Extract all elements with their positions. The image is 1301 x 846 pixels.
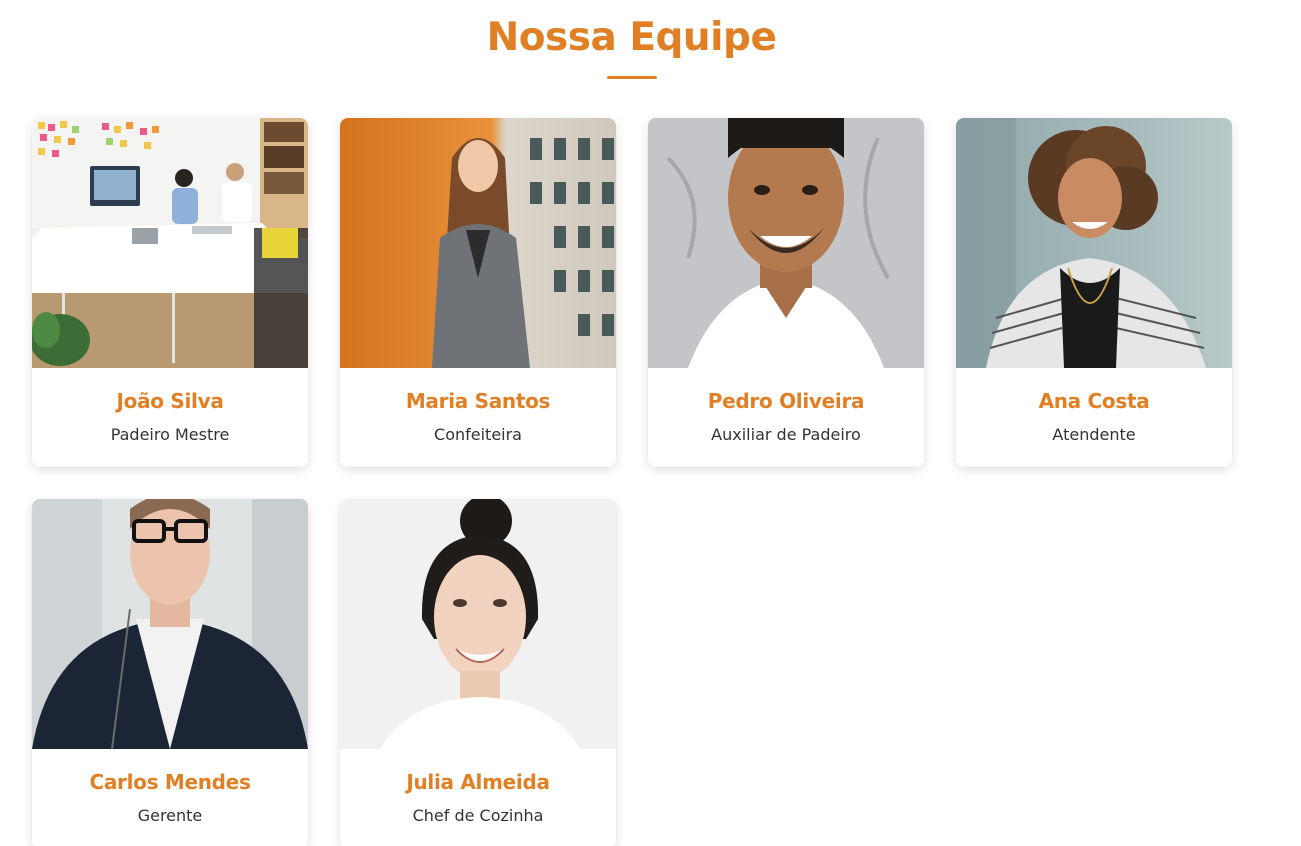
- woman-portrait-photo: [956, 118, 1232, 368]
- team-card[interactable]: Maria Santos Confeiteira: [340, 118, 616, 467]
- team-page: Nossa Equipe João Silva Padeiro Mestre M…: [0, 0, 1301, 846]
- member-role: Gerente: [137, 806, 203, 825]
- member-role: Auxiliar de Padeiro: [711, 425, 861, 444]
- member-name: Carlos Mendes: [89, 770, 251, 794]
- team-meeting-photo: [32, 118, 308, 368]
- card-body: João Silva Padeiro Mestre: [32, 368, 308, 467]
- member-role: Chef de Cozinha: [412, 806, 544, 825]
- card-body: Maria Santos Confeiteira: [340, 368, 616, 467]
- member-name: Maria Santos: [405, 389, 551, 413]
- member-role: Atendente: [1052, 425, 1136, 444]
- woman-portrait-photo: [340, 118, 616, 368]
- title-underline: [607, 76, 657, 79]
- member-name: Ana Costa: [1038, 389, 1150, 413]
- member-role: Confeiteira: [434, 425, 522, 444]
- man-portrait-photo: [32, 499, 308, 749]
- member-name: Julia Almeida: [406, 770, 550, 794]
- team-card[interactable]: Ana Costa Atendente: [956, 118, 1232, 467]
- team-card[interactable]: Pedro Oliveira Auxiliar de Padeiro: [648, 118, 924, 467]
- member-name: Pedro Oliveira: [707, 389, 865, 413]
- man-portrait-photo: [648, 118, 924, 368]
- card-body: Ana Costa Atendente: [956, 368, 1232, 467]
- team-grid: João Silva Padeiro Mestre Maria Santos C…: [32, 118, 1232, 846]
- card-body: Julia Almeida Chef de Cozinha: [340, 749, 616, 846]
- card-body: Pedro Oliveira Auxiliar de Padeiro: [648, 368, 924, 467]
- card-body: Carlos Mendes Gerente: [32, 749, 308, 846]
- member-role: Padeiro Mestre: [110, 425, 230, 444]
- woman-portrait-photo: [340, 499, 616, 749]
- team-card[interactable]: Julia Almeida Chef de Cozinha: [340, 499, 616, 846]
- section-title: Nossa Equipe: [486, 15, 777, 60]
- team-card[interactable]: João Silva Padeiro Mestre: [32, 118, 308, 467]
- member-name: João Silva: [116, 389, 224, 413]
- team-card[interactable]: Carlos Mendes Gerente: [32, 499, 308, 846]
